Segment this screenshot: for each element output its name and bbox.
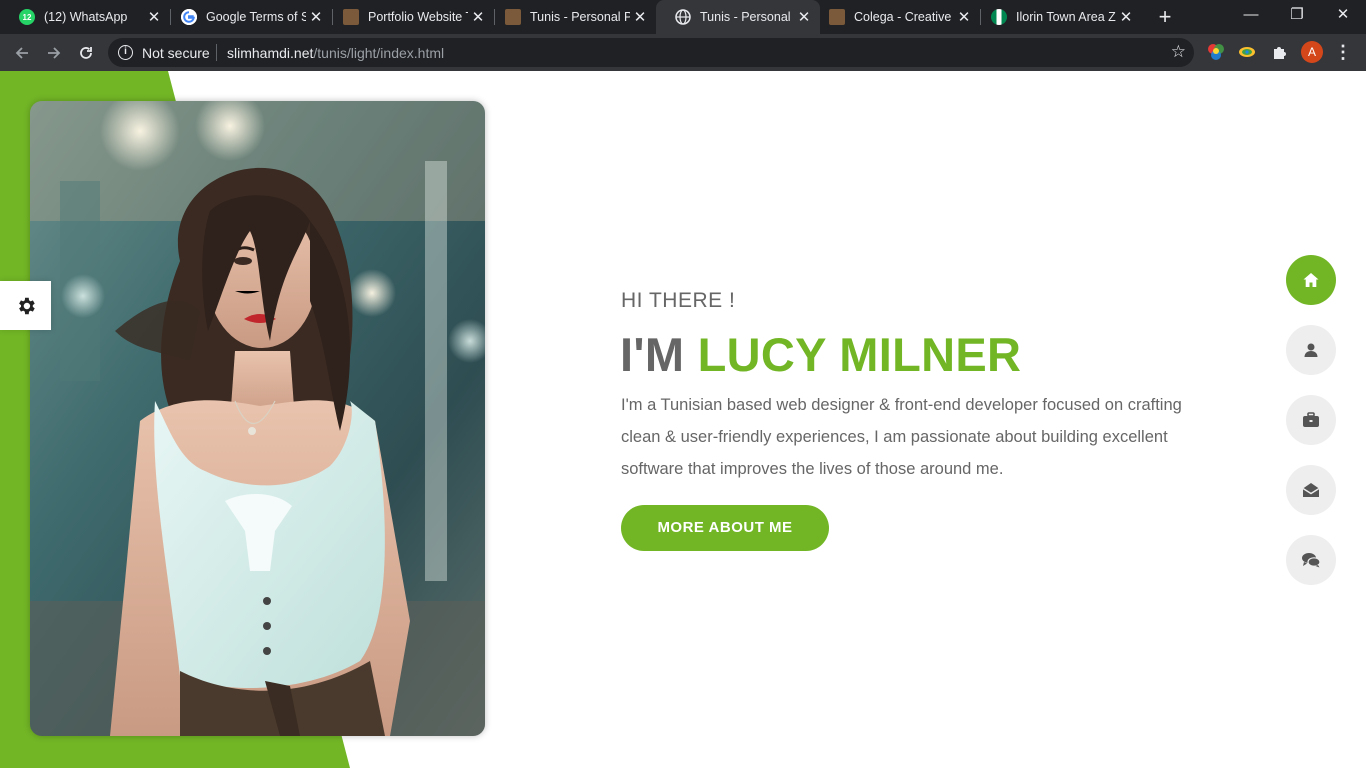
nav-portfolio-button[interactable]: [1286, 395, 1336, 445]
omnibox-divider: [216, 44, 217, 61]
forward-button[interactable]: [40, 39, 68, 67]
tab-close-icon[interactable]: ✕: [630, 8, 650, 26]
envelope-open-icon: [1302, 483, 1320, 497]
tab-title: Colega - Creative P: [854, 10, 954, 24]
tab-title: Tunis - Personal Po: [700, 10, 794, 24]
info-icon[interactable]: i: [118, 45, 133, 60]
reload-icon: [80, 47, 92, 59]
comments-icon: [1302, 553, 1321, 568]
gear-icon: [18, 297, 35, 314]
page-icon: [505, 9, 521, 25]
address-bar[interactable]: i Not secure slimhamdi.net/tunis/light/i…: [108, 38, 1194, 67]
new-tab-button[interactable]: +: [1153, 4, 1177, 30]
page-icon: [343, 9, 359, 25]
nav-blog-button[interactable]: [1286, 535, 1336, 585]
tab-title: Tunis - Personal Po: [530, 10, 630, 24]
url-host: slimhamdi.net: [227, 45, 314, 61]
profile-avatar[interactable]: A: [1301, 41, 1323, 63]
back-arrow-icon: [15, 47, 28, 59]
nav-contact-button[interactable]: [1286, 465, 1336, 515]
bookmark-star-icon[interactable]: ☆: [1171, 42, 1186, 62]
back-button[interactable]: [8, 39, 36, 67]
tab-whatsapp[interactable]: 12 (12) WhatsApp ✕: [0, 0, 170, 34]
tab-close-icon[interactable]: ✕: [954, 8, 974, 26]
briefcase-icon: [1303, 412, 1319, 427]
tab-tunis-active[interactable]: Tunis - Personal Po ✕: [656, 0, 820, 34]
name-highlight: LUCY MILNER: [697, 328, 1022, 381]
nav-about-button[interactable]: [1286, 325, 1336, 375]
url-text[interactable]: slimhamdi.net/tunis/light/index.html: [227, 45, 444, 61]
theme-settings-toggle[interactable]: [0, 281, 51, 330]
globe-icon: [675, 9, 691, 25]
tab-title: Google Terms of S: [206, 10, 306, 24]
forward-arrow-icon: [48, 47, 61, 59]
tab-close-icon[interactable]: ✕: [144, 8, 164, 26]
tab-close-icon[interactable]: ✕: [468, 8, 488, 26]
restore-button[interactable]: ❐: [1274, 0, 1320, 30]
minimize-button[interactable]: —: [1228, 0, 1274, 30]
page-icon: [829, 9, 845, 25]
hero-name-heading: I'M LUCY MILNER: [620, 327, 1021, 382]
portfolio-page: HI THERE ! I'M LUCY MILNER I'm a Tunisia…: [0, 71, 1366, 768]
tab-colega[interactable]: Colega - Creative P ✕: [810, 0, 980, 34]
tab-portfolio-website[interactable]: Portfolio Website T ✕: [324, 0, 494, 34]
color-picker-extension-icon[interactable]: [1207, 43, 1225, 61]
extensions-puzzle-icon[interactable]: [1271, 43, 1289, 61]
browser-tab-strip: 12 (12) WhatsApp ✕ Google Terms of S ✕ P…: [0, 0, 1366, 34]
reload-button[interactable]: [72, 39, 100, 67]
hero-bio: I'm a Tunisian based web designer & fron…: [621, 396, 1182, 478]
home-icon: [1303, 273, 1319, 287]
tab-ilorin[interactable]: Ilorin Town Area Zi ✕: [972, 0, 1142, 34]
nav-home-button[interactable]: [1286, 255, 1336, 305]
whatsapp-icon: 12: [19, 9, 35, 25]
browser-toolbar: i Not secure slimhamdi.net/tunis/light/i…: [0, 34, 1366, 71]
name-prefix: I'M: [620, 328, 685, 381]
user-icon: [1304, 343, 1318, 357]
google-icon: [181, 9, 197, 25]
url-path: /tunis/light/index.html: [313, 45, 445, 61]
security-label[interactable]: Not secure: [142, 45, 210, 61]
tab-close-icon[interactable]: ✕: [1116, 8, 1136, 26]
close-window-button[interactable]: ✕: [1320, 0, 1366, 30]
tab-title: Portfolio Website T: [368, 10, 468, 24]
tab-google-terms[interactable]: Google Terms of S ✕: [162, 0, 332, 34]
flag-icon: [991, 9, 1007, 25]
greeting-text: HI THERE !: [621, 289, 736, 312]
tab-title: (12) WhatsApp: [44, 10, 128, 24]
portrait-photo: [30, 101, 485, 736]
tab-close-icon[interactable]: ✕: [306, 8, 326, 26]
tab-title: Ilorin Town Area Zi: [1016, 10, 1116, 24]
tab-tunis-1[interactable]: Tunis - Personal Po ✕: [486, 0, 656, 34]
more-about-me-button[interactable]: MORE ABOUT ME: [621, 505, 829, 551]
browser-menu-icon[interactable]: ⋮: [1333, 41, 1353, 63]
eye-dropper-extension-icon[interactable]: [1238, 43, 1256, 61]
